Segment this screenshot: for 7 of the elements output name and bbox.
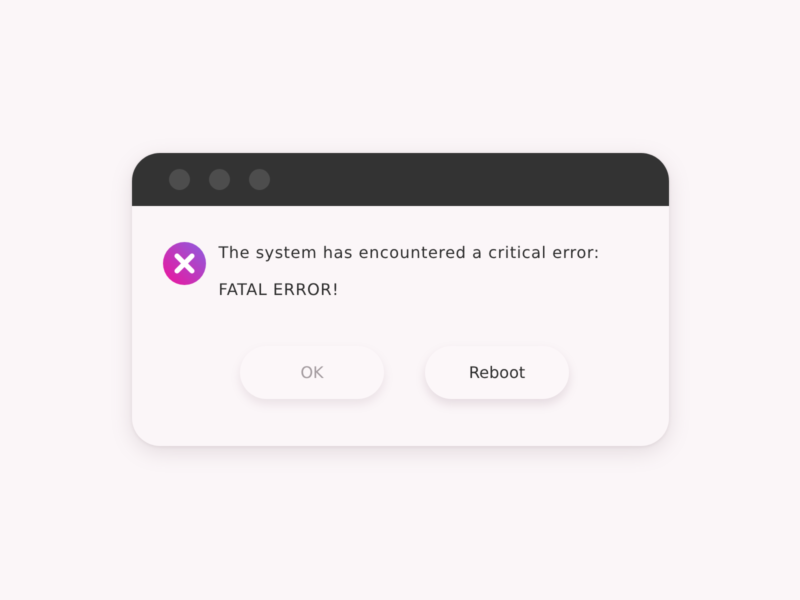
- dialog-button[interactable]: Reboot: [425, 346, 569, 399]
- window-control-dot[interactable]: [208, 169, 230, 190]
- window-control-dot[interactable]: [168, 169, 190, 190]
- error-icon: [162, 242, 206, 285]
- error-message: The system has encountered a critical error:: [218, 243, 600, 262]
- error-detail: FATAL ERROR!: [218, 280, 340, 299]
- window-control-dot[interactable]: [248, 169, 270, 190]
